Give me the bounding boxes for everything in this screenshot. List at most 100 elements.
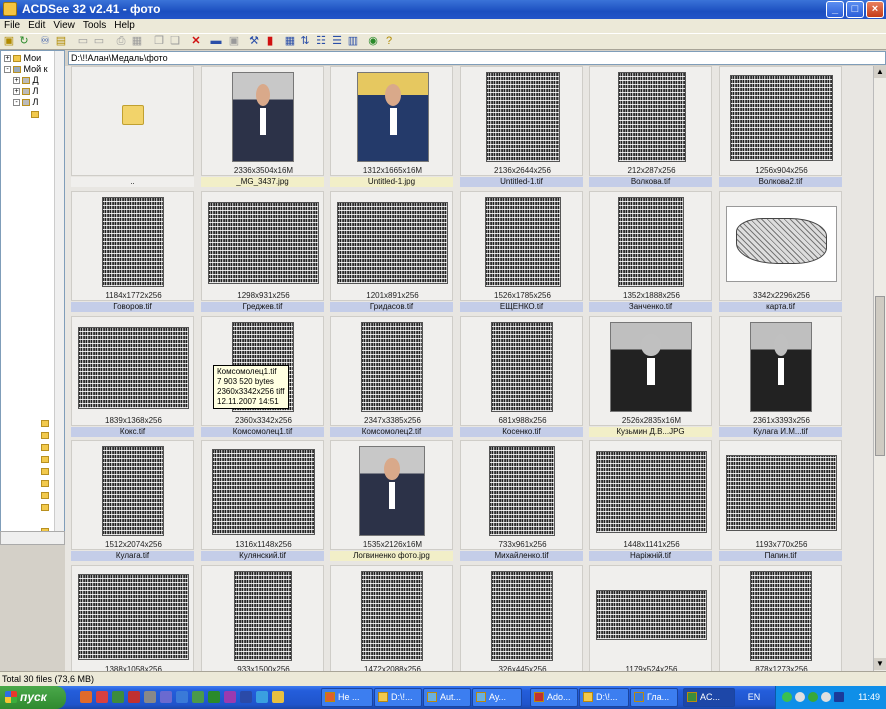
thumbnail-item[interactable]: 878x1273x256 xyxy=(719,565,842,671)
tray-icon[interactable] xyxy=(782,692,792,702)
tree-vertical-scrollbar[interactable] xyxy=(54,51,64,544)
thumbnail-item[interactable]: 1256x904x256 Волкова2.tif xyxy=(719,66,842,187)
thumbnail-item[interactable]: 1179x524x256 xyxy=(589,565,712,671)
thumbnail-item[interactable]: 1201x891x256 Гридасов.tif xyxy=(330,191,453,312)
tree-folder[interactable] xyxy=(41,418,49,428)
thumbnail-item[interactable]: 2526x2835x16M Кузьмин Д.В...JPG xyxy=(589,316,712,437)
thumbnail-item[interactable]: 2347x3385x256 Комсомолец2.tif xyxy=(330,316,453,437)
thumbnail-item[interactable]: 1448x1141x256 Нарiжнiй.tif xyxy=(589,440,712,561)
tree-item-drive-c[interactable]: + Л xyxy=(13,86,38,96)
thumbnail-item[interactable]: 1298x931x256 Греджев.tif xyxy=(201,191,324,312)
tray-icon[interactable] xyxy=(808,692,818,702)
tree-view-icon[interactable]: ☷ xyxy=(314,35,328,48)
thumbnail-item[interactable]: 326x445x256 xyxy=(460,565,583,671)
thumbnail-item[interactable]: 733x961x256 Михайленко.tif xyxy=(460,440,583,561)
binoculars-icon[interactable]: ♾ xyxy=(38,35,52,48)
rename-icon[interactable]: ▬ xyxy=(209,35,223,48)
photoshop-icon[interactable] xyxy=(240,691,252,703)
taskbar-item[interactable]: D:\!... xyxy=(579,688,629,707)
acdsee-app-icon[interactable] xyxy=(3,2,17,16)
menu-file[interactable]: File xyxy=(0,19,24,33)
scroll-up-arrow-icon[interactable]: ▲ xyxy=(874,66,886,78)
details-view-icon[interactable]: ▥ xyxy=(346,35,360,48)
thumbnail-item[interactable]: 1312x1665x16M Untitled-1.jpg xyxy=(330,66,453,187)
thumbnail-item[interactable]: 1526x1785x256 ЕЩЕНКО.tif xyxy=(460,191,583,312)
path-field[interactable]: D:\!!Алан\Медаль\фото xyxy=(68,51,886,65)
opera-icon[interactable] xyxy=(96,691,108,703)
menu-help[interactable]: Help xyxy=(110,19,139,33)
acdsee-icon[interactable] xyxy=(112,691,124,703)
taskbar-item[interactable]: Ау... xyxy=(472,688,522,707)
tree-item-my-documents[interactable]: + Мои xyxy=(4,53,41,63)
thumbnail-grid[interactable]: .. 2336x3504x16M _MG_3437.jpg 1312x1665x16M… xyxy=(65,66,873,671)
tray-icon[interactable] xyxy=(834,692,844,702)
thumbnail-item[interactable]: 1316x1148x256 Кулянский.tif xyxy=(201,440,324,561)
quick-launch-icon[interactable] xyxy=(192,691,204,703)
menu-edit[interactable]: Edit xyxy=(24,19,49,33)
tree-folder[interactable] xyxy=(31,109,39,119)
tree-item-drive-a[interactable]: + Д xyxy=(13,75,39,85)
view-icon[interactable]: ▭ xyxy=(92,35,106,48)
taskbar-item[interactable]: Гла... xyxy=(630,688,678,707)
excel-icon[interactable] xyxy=(208,691,220,703)
tree-folder[interactable] xyxy=(41,502,49,512)
tools-icon[interactable]: ⚒ xyxy=(247,35,261,48)
tree-folder[interactable] xyxy=(41,478,49,488)
thumbnail-item[interactable]: 681x988x256 Косенко.tif xyxy=(460,316,583,437)
delete-icon[interactable]: ✕ xyxy=(189,35,203,48)
maximize-button[interactable]: □ xyxy=(846,1,864,18)
scroll-down-arrow-icon[interactable]: ▼ xyxy=(874,658,886,670)
tree-folder[interactable] xyxy=(41,454,49,464)
parent-folder-icon[interactable]: ▣ xyxy=(2,35,16,48)
word-icon[interactable] xyxy=(176,691,188,703)
thumbnail-item[interactable]: 1472x2088x256 xyxy=(330,565,453,671)
slideshow-icon[interactable]: ▭ xyxy=(76,35,90,48)
copy-icon[interactable]: ❐ xyxy=(152,35,166,48)
firefox-icon[interactable] xyxy=(80,691,92,703)
menu-view[interactable]: View xyxy=(49,19,79,33)
taskbar-item[interactable]: Aut... xyxy=(423,688,471,707)
thumbnail-item[interactable]: 1535x2126x16M Логвиненко фото.jpg xyxy=(330,440,453,561)
thumbnail-vertical-scrollbar[interactable]: ▲ ▼ xyxy=(873,66,886,671)
wallpaper-icon[interactable]: ▮ xyxy=(263,35,277,48)
tree-folder[interactable] xyxy=(41,430,49,440)
tree-item-drive-d[interactable]: - Л xyxy=(13,97,38,107)
minimize-button[interactable]: _ xyxy=(826,1,844,18)
print-icon[interactable]: ⎙ xyxy=(114,35,128,48)
thumbnail-item[interactable]: 933x1500x256 xyxy=(201,565,324,671)
thumbnail-item[interactable]: 1352x1888x256 Занченко.tif xyxy=(589,191,712,312)
quick-launch-icon[interactable] xyxy=(160,691,172,703)
close-button[interactable]: × xyxy=(866,1,884,18)
quick-launch-icon[interactable] xyxy=(224,691,236,703)
folder-tree[interactable]: + Мои - Мой к + Д + Л - Л xyxy=(0,50,65,545)
help-icon[interactable]: ? xyxy=(382,35,396,48)
internet-icon[interactable]: ◉ xyxy=(366,35,380,48)
menu-tools[interactable]: Tools xyxy=(79,19,110,33)
list-view-icon[interactable]: ☰ xyxy=(330,35,344,48)
thumbnail-item[interactable]: 1839x1368x256 Кокс.tif xyxy=(71,316,194,437)
start-button[interactable]: пуск xyxy=(0,686,66,709)
quick-launch-icon[interactable] xyxy=(272,691,284,703)
thumbnail-parent-folder[interactable]: .. xyxy=(71,66,194,187)
scan-icon[interactable]: ▦ xyxy=(130,35,144,48)
tree-folder[interactable] xyxy=(41,442,49,452)
thumbnails-view-icon[interactable]: ▦ xyxy=(283,35,297,48)
thumbnail-item[interactable]: 2336x3504x16M _MG_3437.jpg xyxy=(201,66,324,187)
quick-launch-icon[interactable] xyxy=(128,691,140,703)
internet-explorer-icon[interactable] xyxy=(256,691,268,703)
thumbnail-item[interactable]: 3342x2296x256 карта.tif xyxy=(719,191,842,312)
taskbar-item[interactable]: D:\!... xyxy=(374,688,422,707)
tray-icon[interactable] xyxy=(821,692,831,702)
thumbnail-item[interactable]: 1388x1058x256 xyxy=(71,565,194,671)
properties-icon[interactable]: ▣ xyxy=(227,35,241,48)
thumbnail-item[interactable]: 212x287x256 Волкова.tif xyxy=(589,66,712,187)
tree-folder[interactable] xyxy=(41,490,49,500)
taskbar-item[interactable]: Ado... xyxy=(530,688,578,707)
open-folder-icon[interactable]: ▤ xyxy=(54,35,68,48)
refresh-icon[interactable]: ↻ xyxy=(17,35,31,48)
thumbnail-item[interactable]: 2361x3393x256 Кулага И.М...tif xyxy=(719,316,842,437)
tree-horizontal-scrollbar[interactable] xyxy=(0,531,65,545)
thumbnail-item[interactable]: 2136x2644x256 Untitled-1.tif xyxy=(460,66,583,187)
sort-icon[interactable]: ⇅ xyxy=(298,35,312,48)
paste-icon[interactable]: ❏ xyxy=(168,35,182,48)
